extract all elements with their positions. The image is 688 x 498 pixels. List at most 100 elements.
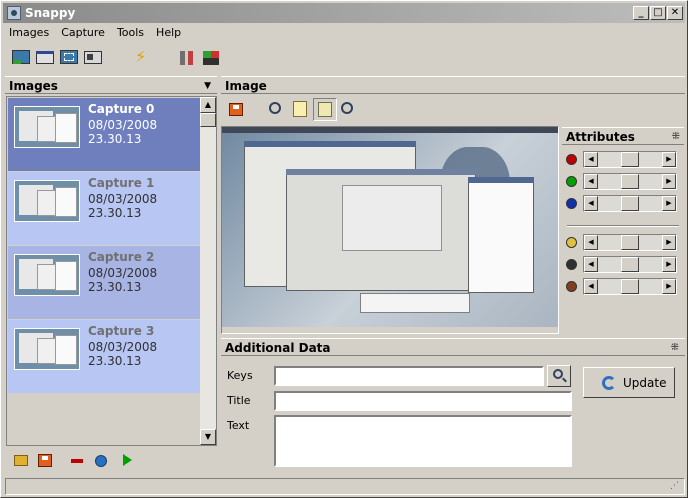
green-slider-track[interactable]: ◀ ▶ [583,173,677,190]
keys-input[interactable] [274,366,544,386]
actual-size-icon[interactable] [293,101,307,117]
capture-title: Capture 1 [88,176,155,190]
scroll-thumb[interactable] [200,113,216,127]
brightness-increase-button[interactable]: ▶ [662,235,676,250]
open-folder-icon[interactable] [14,455,28,466]
saturation-decrease-button[interactable]: ◀ [584,279,598,294]
scroll-down-button[interactable]: ▼ [200,429,216,445]
brightness-decrease-button[interactable]: ◀ [584,235,598,250]
image-panel-header: Image [221,76,685,94]
scroll-up-button[interactable]: ▲ [200,97,216,113]
contrast-slider-thumb[interactable] [621,257,639,272]
snappy-app-icon [7,6,21,20]
capture-object-icon[interactable] [83,48,105,68]
refresh-icon [602,376,616,390]
contrast-increase-button[interactable]: ▶ [662,257,676,272]
menu-tools[interactable]: Tools [111,24,150,41]
brightness-indicator-icon [566,237,577,248]
saturation-slider-track[interactable]: ◀ ▶ [583,278,677,295]
saturation-increase-button[interactable]: ▶ [662,279,676,294]
export-icon[interactable] [201,48,223,68]
contrast-decrease-button[interactable]: ◀ [584,257,598,272]
quick-capture-icon[interactable]: ⚡ [129,48,151,68]
slider-contrast[interactable]: ◀ ▶ [563,256,679,274]
settings-tools-icon[interactable] [177,48,199,68]
text-label: Text [227,419,250,432]
capture-title: Capture 0 [88,102,155,116]
text-area[interactable] [274,415,572,467]
capture-date: 08/03/2008 23.30.13 [88,118,158,146]
fit-icon[interactable] [313,98,337,121]
slider-blue[interactable]: ◀ ▶ [563,195,679,213]
blue-decrease-button[interactable]: ◀ [584,196,598,211]
green-indicator-icon [566,176,577,187]
save-icon[interactable] [229,103,243,116]
capture-thumbnail [14,328,80,370]
green-increase-button[interactable]: ▶ [662,174,676,189]
brightness-slider-track[interactable]: ◀ ▶ [583,234,677,251]
app-window: Snappy _ □ ✕ ImagesCaptureToolsHelp ⚡ [0,0,688,498]
contrast-indicator-icon [566,259,577,270]
red-increase-button[interactable]: ▶ [662,152,676,167]
slider-green[interactable]: ◀ ▶ [563,173,679,191]
red-slider-thumb[interactable] [621,152,639,167]
slider-red[interactable]: ◀ ▶ [563,151,679,169]
blue-slider-thumb[interactable] [621,196,639,211]
green-decrease-button[interactable]: ◀ [584,174,598,189]
remove-icon[interactable] [71,459,83,463]
globe-icon[interactable] [95,455,107,467]
slider-saturation[interactable]: ◀ ▶ [563,278,679,296]
title-bar[interactable]: Snappy _ □ ✕ [3,3,685,23]
green-slider-thumb[interactable] [621,174,639,189]
title-input[interactable] [274,391,572,411]
update-button[interactable]: Update [583,367,675,398]
saturation-slider-thumb[interactable] [621,279,639,294]
image-toolbar [221,97,685,123]
zoom-in-icon[interactable] [341,102,353,114]
chevron-down-icon[interactable]: ▼ [204,77,211,95]
capture-title: Capture 3 [88,324,155,338]
menu-help[interactable]: Help [150,24,187,41]
blue-increase-button[interactable]: ▶ [662,196,676,211]
capture-window-icon[interactable] [35,48,57,68]
additional-data-title: Additional Data [225,341,331,355]
list-item[interactable]: Capture 3 08/03/2008 23.30.13 [8,320,201,393]
main-toolbar: ⚡ [5,45,685,73]
resize-grip-icon[interactable]: ⋰ [670,482,679,491]
close-button[interactable]: ✕ [667,6,683,20]
save-icon[interactable] [38,454,52,467]
menu-capture[interactable]: Capture [55,24,111,41]
image-panel-title: Image [225,79,267,93]
minimize-button[interactable]: _ [633,6,649,20]
brightness-slider-thumb[interactable] [621,235,639,250]
maximize-button[interactable]: □ [650,6,666,20]
images-panel-header: Images ▼ [5,76,217,94]
play-icon[interactable] [123,454,132,466]
capture-desktop-icon[interactable] [11,48,33,68]
red-decrease-button[interactable]: ◀ [584,152,598,167]
update-label: Update [623,376,667,390]
contrast-slider-track[interactable]: ◀ ▶ [583,256,677,273]
blue-slider-track[interactable]: ◀ ▶ [583,195,677,212]
menu-bar: Images Capture Tools Help [3,24,685,42]
capture-region-icon[interactable] [59,48,81,68]
capture-thumbnail [14,106,80,148]
list-item[interactable]: Capture 2 08/03/2008 23.30.13 [8,246,201,319]
red-slider-track[interactable]: ◀ ▶ [583,151,677,168]
title-label: Title [227,394,251,407]
panel-grip-icon[interactable]: ⁜ [672,128,680,146]
additional-data-header: Additional Data ⁜ [221,338,685,356]
images-panel-title: Images [9,79,58,93]
menu-images[interactable]: Images [3,24,55,41]
image-preview[interactable] [221,126,559,334]
list-item[interactable]: Capture 0 08/03/2008 23.30.13 [8,98,201,171]
zoom-out-icon[interactable] [269,102,281,114]
slider-brightness[interactable]: ◀ ▶ [563,234,679,252]
images-scrollbar[interactable]: ▲ ▼ [200,97,216,445]
search-keys-button[interactable] [547,365,571,387]
attributes-divider [567,225,679,227]
list-item[interactable]: Capture 1 08/03/2008 23.30.13 [8,172,201,245]
panel-grip-icon[interactable]: ⁜ [671,339,679,357]
capture-thumbnail [14,254,80,296]
capture-date: 08/03/2008 23.30.13 [88,266,158,294]
